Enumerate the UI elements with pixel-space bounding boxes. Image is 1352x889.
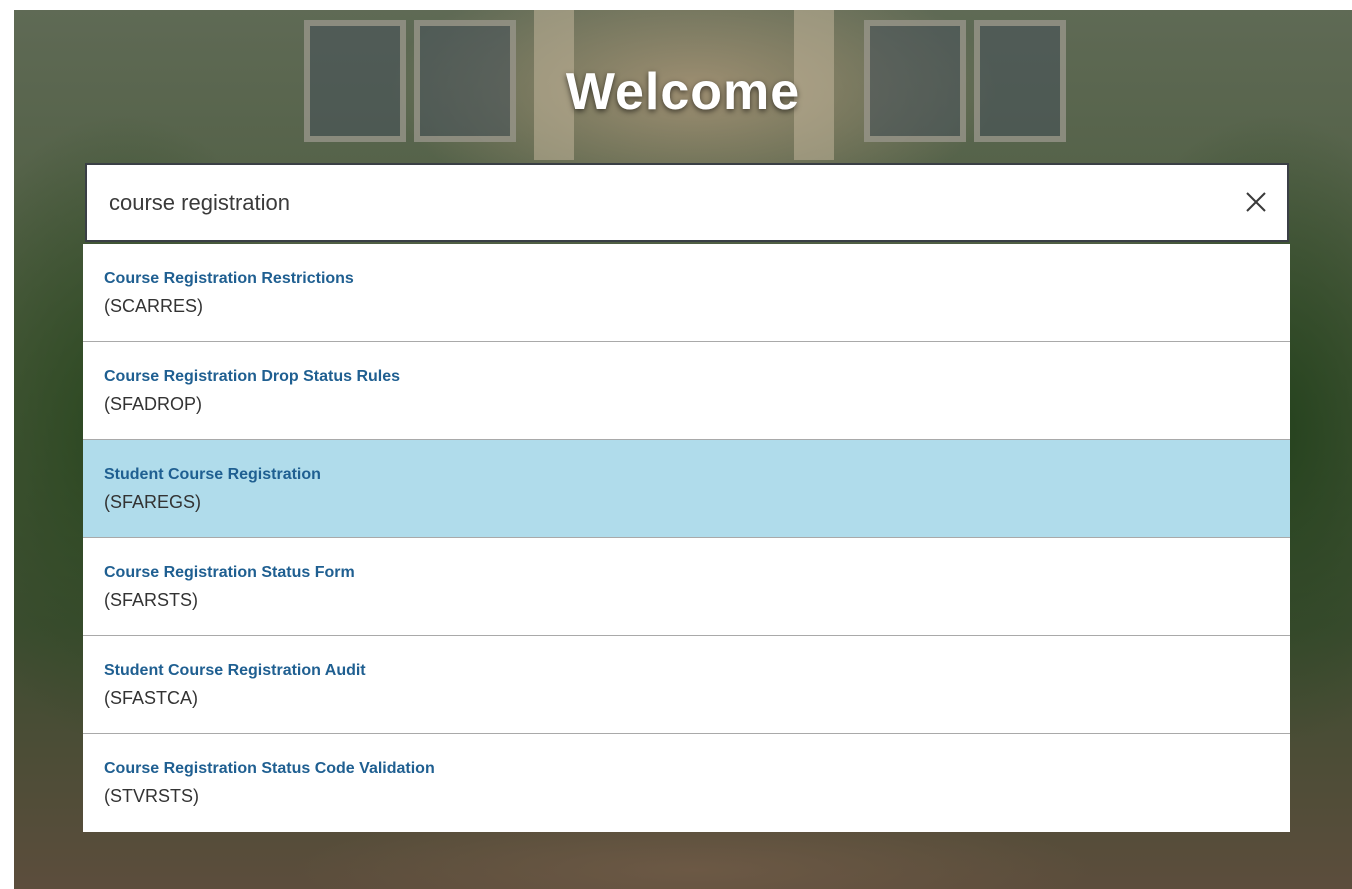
result-code: (SFAREGS) (104, 492, 202, 512)
result-code: (SFARSTS) (104, 590, 199, 610)
search-input[interactable] (109, 165, 1209, 240)
result-title: Course Registration Status Form (104, 564, 355, 581)
result-title: Course Registration Restrictions (104, 270, 354, 287)
result-code: (SFADROP) (104, 394, 203, 414)
close-icon (1246, 192, 1266, 212)
search-result-item[interactable]: Student Course Registration Audit (SFAST… (83, 636, 1290, 734)
result-code: (SFASTCA) (104, 688, 199, 708)
result-code: (SCARRES) (104, 296, 204, 316)
search-result-item[interactable]: Course Registration Status Form (SFARSTS… (83, 538, 1290, 636)
result-title: Course Registration Drop Status Rules (104, 368, 401, 385)
background-photo: Welcome Course Registration Restrictions… (14, 10, 1352, 889)
search-bar (85, 163, 1289, 242)
clear-search-button[interactable] (1239, 185, 1273, 219)
search-results-list: Course Registration Restrictions (SCARRE… (83, 244, 1290, 832)
search-result-item[interactable]: Course Registration Status Code Validati… (83, 734, 1290, 832)
search-result-item[interactable]: Course Registration Restrictions (SCARRE… (83, 244, 1290, 342)
search-result-item[interactable]: Course Registration Drop Status Rules (S… (83, 342, 1290, 440)
result-title: Student Course Registration (104, 466, 321, 483)
result-title: Student Course Registration Audit (104, 662, 366, 679)
result-code: (STVRSTS) (104, 786, 200, 806)
page-title: Welcome (565, 63, 801, 121)
search-result-item-selected[interactable]: Student Course Registration (SFAREGS) (83, 440, 1290, 538)
result-title: Course Registration Status Code Validati… (104, 760, 435, 777)
